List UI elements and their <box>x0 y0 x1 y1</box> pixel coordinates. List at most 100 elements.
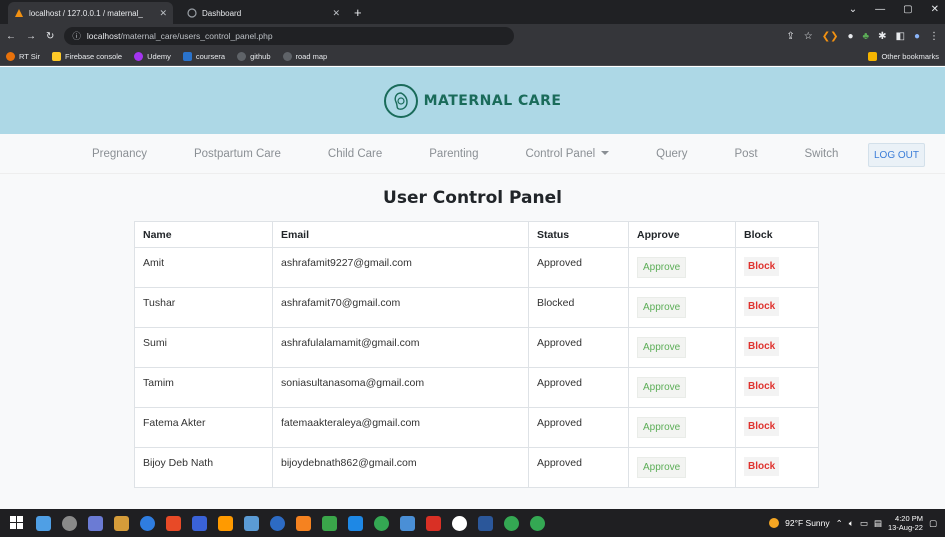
new-tab-button[interactable]: + <box>354 5 362 20</box>
github-icon[interactable] <box>452 515 467 531</box>
xampp-icon[interactable] <box>296 515 311 531</box>
bookmark-item[interactable]: Firebase console <box>51 52 122 61</box>
weather-sun-icon[interactable] <box>769 518 780 528</box>
battery-icon[interactable]: ▭ <box>860 518 868 529</box>
extension-icon[interactable]: ● <box>848 31 854 42</box>
approve-button[interactable]: Approve <box>637 297 687 318</box>
app-icon[interactable] <box>88 515 103 531</box>
bookmark-item[interactable]: coursera <box>182 52 225 61</box>
chrome-icon[interactable] <box>530 515 545 531</box>
illustrator-icon[interactable] <box>218 515 233 531</box>
sidebar-icon[interactable]: ◧ <box>896 31 905 42</box>
close-icon[interactable]: ✕ <box>159 8 167 19</box>
nav-postpartum-care[interactable]: Postpartum Care <box>194 148 281 160</box>
nav-query[interactable]: Query <box>656 148 687 160</box>
app-icon[interactable] <box>192 515 207 531</box>
nav-pregnancy[interactable]: Pregnancy <box>92 148 147 160</box>
profile-avatar-icon[interactable]: ● <box>914 31 920 42</box>
maximize-icon[interactable]: ▢ <box>903 4 912 15</box>
bookmark-item[interactable]: Udemy <box>134 52 171 61</box>
logout-button[interactable]: LOG OUT <box>868 143 925 167</box>
close-icon[interactable]: ✕ <box>332 8 340 19</box>
bookmark-item[interactable]: github <box>237 52 271 61</box>
settings-icon[interactable] <box>62 515 77 531</box>
user-email-cell: ashrafamit70@gmail.com <box>272 287 529 328</box>
url-field[interactable]: ⓘ localhost/maternal_care/users_control_… <box>64 27 515 45</box>
user-status-cell: Approved <box>528 247 629 288</box>
share-icon[interactable]: ⇪ <box>786 31 794 42</box>
table-row: Tushar ashrafamit70@gmail.com Blocked Appro… <box>134 287 819 328</box>
user-name-cell: Tushar <box>134 287 273 328</box>
approve-button[interactable]: Approve <box>637 337 687 358</box>
approve-button[interactable]: Approve <box>637 377 687 398</box>
app-icon[interactable] <box>322 515 337 531</box>
volume-icon[interactable]: 🔈︎ <box>849 518 854 529</box>
network-icon[interactable]: ▤ <box>874 518 882 529</box>
star-icon[interactable]: ☆ <box>804 31 813 42</box>
approve-cell: Approve <box>628 327 736 368</box>
extensions-puzzle-icon[interactable]: ✱ <box>878 31 886 42</box>
app-icon[interactable] <box>114 515 129 531</box>
table-row: Sumi ashrafulalamamit@gmail.com Approved Ap… <box>134 327 819 368</box>
block-button[interactable]: Block <box>744 337 780 356</box>
nav-switch[interactable]: Switch <box>805 148 839 160</box>
site-header: MATERNAL CARE <box>0 67 945 134</box>
nav-child-care[interactable]: Child Care <box>328 148 382 160</box>
page: MATERNAL CARE Pregnancy Postpartum Care … <box>0 67 945 509</box>
nav-parenting[interactable]: Parenting <box>429 148 478 160</box>
nav-control-panel-dropdown[interactable]: Control Panel <box>525 148 609 160</box>
block-cell: Block <box>735 327 819 368</box>
bookmark-item[interactable]: road map <box>282 52 327 61</box>
bookmark-item[interactable]: RT Sir <box>6 52 40 61</box>
back-icon[interactable]: ← <box>6 31 16 42</box>
acrobat-icon[interactable] <box>426 515 441 531</box>
user-name-cell: Tamim <box>134 367 273 408</box>
user-email-cell: ashrafamit9227@gmail.com <box>272 247 529 288</box>
app-icon[interactable] <box>140 515 155 531</box>
app-icon[interactable] <box>270 515 285 531</box>
chrome-icon[interactable] <box>504 515 519 531</box>
approve-button[interactable]: Approve <box>637 417 687 438</box>
globe-icon <box>237 52 247 61</box>
approve-button[interactable]: Approve <box>637 457 687 478</box>
close-window-icon[interactable]: ✕ <box>931 4 939 15</box>
block-button[interactable]: Block <box>744 457 780 476</box>
app-icon[interactable] <box>244 515 259 531</box>
block-button[interactable]: Block <box>744 297 780 316</box>
brand-name[interactable]: MATERNAL CARE <box>424 93 562 109</box>
windows-start-icon[interactable] <box>10 515 25 531</box>
menu-kebab-icon[interactable]: ⋮ <box>929 31 939 42</box>
other-bookmarks[interactable]: Other bookmarks <box>868 52 939 61</box>
info-icon[interactable]: ⓘ <box>72 30 81 42</box>
system-clock[interactable]: 4:20 PM 13-Aug-22 <box>888 514 923 532</box>
chrome-icon[interactable] <box>374 515 389 531</box>
block-button[interactable]: Block <box>744 377 780 396</box>
tab-phpmyadmin[interactable]: localhost / 127.0.0.1 / maternal_ ✕ <box>8 2 173 24</box>
clock-time: 4:20 PM <box>895 514 923 523</box>
maternal-logo-icon[interactable] <box>383 83 418 118</box>
tab-dashboard[interactable]: Dashboard ✕ <box>181 2 346 24</box>
file-explorer-icon[interactable] <box>36 515 51 531</box>
notification-icon[interactable]: ▢ <box>929 518 937 529</box>
approve-button[interactable]: Approve <box>637 257 687 278</box>
minimize-icon[interactable]: — <box>875 4 885 15</box>
weather-text[interactable]: 92°F Sunny <box>785 518 830 528</box>
column-header-name: Name <box>134 221 273 248</box>
extension-icon[interactable]: ♣ <box>863 31 870 42</box>
word-icon[interactable] <box>478 515 493 531</box>
user-status-cell: Blocked <box>528 287 629 328</box>
nav-post[interactable]: Post <box>735 148 758 160</box>
block-button[interactable]: Block <box>744 257 780 276</box>
app-icon[interactable] <box>400 515 415 531</box>
globe-icon <box>282 52 292 61</box>
block-cell: Block <box>735 367 819 408</box>
forward-icon[interactable]: → <box>26 31 36 42</box>
block-button[interactable]: Block <box>744 417 780 436</box>
app-icon[interactable] <box>166 515 181 531</box>
extension-icon[interactable]: ❮❯ <box>822 31 839 42</box>
page-title: User Control Panel <box>383 188 562 208</box>
chevron-up-icon[interactable]: ⌃ <box>836 518 843 529</box>
vscode-icon[interactable] <box>348 515 363 531</box>
reload-icon[interactable]: ↻ <box>46 31 54 42</box>
chevron-down-icon[interactable]: ⌄ <box>849 4 857 15</box>
